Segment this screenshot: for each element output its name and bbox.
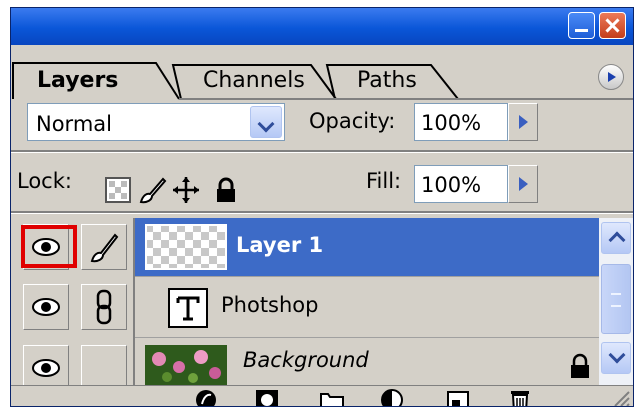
layer-thumbnail [145, 224, 227, 270]
tab-paths-label: Paths [357, 68, 417, 93]
fill-value: 100% [421, 173, 482, 197]
fill-field[interactable]: 100% [414, 165, 508, 203]
opacity-field[interactable]: 100% [414, 103, 508, 141]
layer-style-icon[interactable] [194, 388, 222, 407]
layer-name: Layer 1 [236, 233, 324, 257]
divider [11, 211, 633, 214]
layer-name: Background [243, 348, 369, 372]
link-cell[interactable] [81, 284, 127, 330]
tab-layers[interactable]: Layers [11, 55, 181, 100]
tab-underline [179, 98, 633, 100]
minimize-icon[interactable] [568, 12, 595, 39]
opacity-slider-arrow-icon[interactable] [508, 103, 538, 141]
tab-channels-label: Channels [203, 68, 305, 93]
layers-palette-window: Layers Channels Paths Normal Opacity: 10… [10, 7, 634, 407]
highlight-box [21, 225, 77, 268]
fill-slider-arrow-icon[interactable] [508, 165, 538, 203]
scroll-down-icon[interactable] [601, 342, 631, 374]
fill-label: Fill: [366, 169, 402, 193]
eye-icon [32, 298, 60, 316]
lock-all-icon[interactable] [211, 175, 241, 205]
layer-row[interactable]: Photshop [11, 278, 599, 338]
blend-mode-select[interactable]: Normal [27, 103, 285, 141]
paintbrush-icon [90, 233, 119, 263]
palette-menu-icon[interactable] [598, 64, 624, 90]
layer-name: Photshop [221, 293, 319, 317]
opacity-value: 100% [421, 111, 482, 135]
visibility-toggle[interactable] [23, 284, 69, 330]
new-layer-icon[interactable] [444, 388, 472, 407]
text-layer-icon [168, 288, 208, 328]
layers-list: Layer 1 Photshop Background [11, 218, 599, 391]
adjustment-layer-icon[interactable] [380, 388, 408, 407]
title-bar[interactable] [11, 8, 633, 45]
chevron-down-icon[interactable] [250, 106, 282, 138]
tab-layers-label: Layers [37, 68, 119, 93]
trash-icon[interactable] [507, 388, 535, 407]
background-thumbnail [145, 345, 227, 385]
scroll-up-icon[interactable] [601, 222, 631, 254]
close-icon[interactable] [599, 12, 626, 39]
new-set-icon[interactable] [318, 388, 346, 407]
chain-link-icon [96, 289, 112, 325]
layers-scrollbar[interactable] [599, 218, 633, 385]
lock-transparent-icon[interactable] [103, 175, 133, 205]
tab-paths[interactable]: Paths [313, 55, 463, 100]
paintbrush-link-cell[interactable] [81, 224, 127, 270]
bottom-toolbar [11, 385, 633, 407]
lock-icon [571, 353, 589, 378]
resize-grip-icon[interactable] [611, 388, 631, 407]
eye-icon [32, 359, 60, 377]
divider [11, 150, 633, 153]
blend-mode-value: Normal [36, 112, 112, 136]
opacity-label: Opacity: [309, 109, 396, 133]
scroll-thumb[interactable] [601, 264, 631, 334]
lock-image-icon[interactable] [137, 175, 167, 205]
layer-mask-icon[interactable] [254, 388, 282, 407]
lock-label: Lock: [17, 169, 72, 193]
layer-row[interactable]: Layer 1 [11, 218, 599, 278]
lock-position-icon[interactable] [171, 175, 201, 205]
